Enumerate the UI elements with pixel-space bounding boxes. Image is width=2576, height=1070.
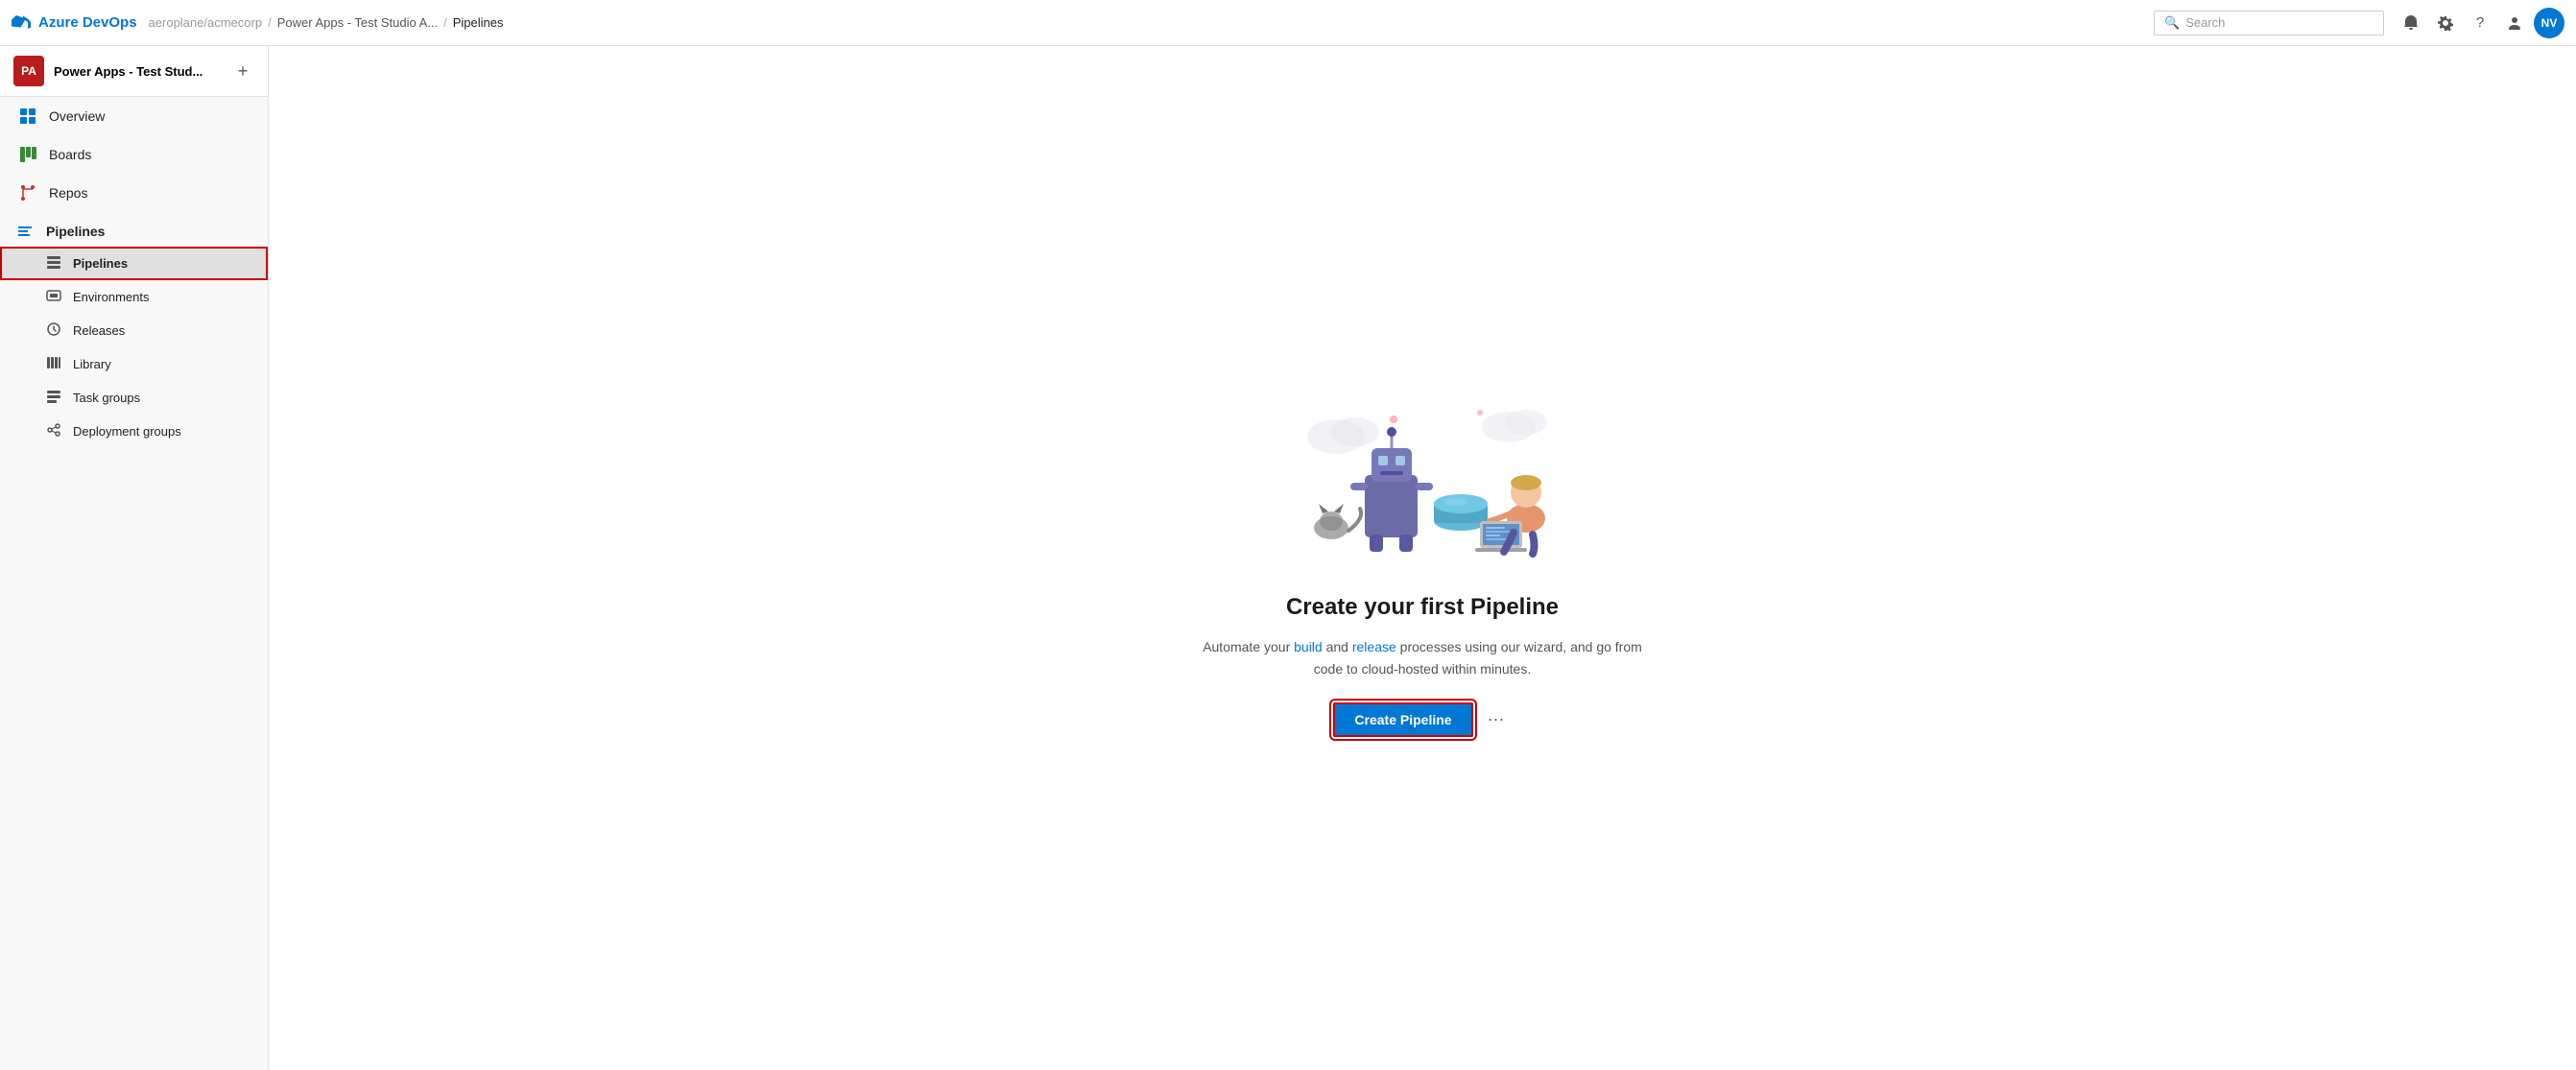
project-header: PA Power Apps - Test Stud... + <box>0 46 268 97</box>
sidebar-item-overview-label: Overview <box>49 108 105 124</box>
search-placeholder: Search <box>2185 15 2225 30</box>
overview-icon <box>18 107 37 126</box>
breadcrumb-current: Pipelines <box>453 15 504 30</box>
top-nav: Azure DevOps aeroplane/acmecorp / Power … <box>0 0 2576 46</box>
logo-text: Azure DevOps <box>38 14 137 31</box>
repos-icon <box>18 183 37 202</box>
sidebar-item-environments[interactable]: Environments <box>0 280 268 314</box>
breadcrumb-org: aeroplane/acmecorp <box>149 15 263 30</box>
pipelines-sub-icon <box>46 254 61 273</box>
empty-state-description: Automate your build and release processe… <box>1203 636 1642 679</box>
sidebar-item-repos-label: Repos <box>49 185 87 201</box>
library-icon <box>46 355 61 373</box>
sidebar-item-task-groups-label: Task groups <box>73 391 140 405</box>
settings-icon[interactable] <box>2430 8 2461 38</box>
create-pipeline-button[interactable]: Create Pipeline <box>1333 702 1472 737</box>
notifications-icon[interactable] <box>2396 8 2426 38</box>
sidebar-section-pipelines[interactable]: Pipelines <box>0 212 268 247</box>
task-groups-icon <box>46 389 61 407</box>
empty-state-title: Create your first Pipeline <box>1286 594 1559 621</box>
boards-icon <box>18 145 37 164</box>
sidebar-item-releases-label: Releases <box>73 323 125 338</box>
sidebar-item-pipelines[interactable]: Pipelines <box>0 247 268 280</box>
sidebar-item-releases[interactable]: Releases <box>0 314 268 347</box>
breadcrumb-sep-1: / <box>268 15 272 30</box>
top-nav-icons: ? NV <box>2396 8 2564 38</box>
sidebar-item-environments-label: Environments <box>73 290 149 304</box>
sidebar-item-task-groups[interactable]: Task groups <box>0 381 268 415</box>
sidebar-item-library-label: Library <box>73 357 111 371</box>
sidebar: PA Power Apps - Test Stud... + Overview … <box>0 46 269 1070</box>
project-name: Power Apps - Test Stud... <box>54 64 222 79</box>
search-box[interactable]: 🔍 Search <box>2154 11 2384 36</box>
deployment-groups-icon <box>46 422 61 440</box>
sidebar-item-deployment-groups[interactable]: Deployment groups <box>0 415 268 448</box>
sidebar-item-boards-label: Boards <box>49 147 91 162</box>
sidebar-item-library[interactable]: Library <box>0 347 268 381</box>
sidebar-item-deployment-groups-label: Deployment groups <box>73 424 181 439</box>
project-avatar: PA <box>13 56 44 86</box>
sidebar-section-pipelines-label: Pipelines <box>46 224 105 239</box>
sidebar-item-repos[interactable]: Repos <box>0 174 268 212</box>
main-content: Create your first Pipeline Automate your… <box>269 46 2576 1070</box>
app-body: PA Power Apps - Test Stud... + Overview … <box>0 46 2576 1070</box>
pipeline-empty-state: Create your first Pipeline Automate your… <box>1183 341 1661 775</box>
environments-icon <box>46 288 61 306</box>
add-project-button[interactable]: + <box>231 59 254 83</box>
releases-icon <box>46 321 61 340</box>
sidebar-item-overview[interactable]: Overview <box>0 97 268 135</box>
search-icon: 🔍 <box>2164 15 2180 31</box>
help-icon[interactable]: ? <box>2465 8 2495 38</box>
breadcrumb: aeroplane/acmecorp / Power Apps - Test S… <box>149 15 2142 30</box>
ellipsis-icon: ··· <box>1488 709 1505 729</box>
release-link[interactable]: release <box>1352 639 1396 654</box>
more-options-button[interactable]: ··· <box>1481 704 1512 735</box>
azure-devops-logo[interactable]: Azure DevOps <box>12 13 137 33</box>
user-avatar[interactable]: NV <box>2534 8 2564 38</box>
sidebar-item-pipelines-label: Pipelines <box>73 256 128 271</box>
pipelines-section-icon <box>15 222 35 241</box>
sidebar-item-boards[interactable]: Boards <box>0 135 268 174</box>
pipeline-illustration <box>1278 379 1566 571</box>
user-settings-icon[interactable] <box>2499 8 2530 38</box>
breadcrumb-project[interactable]: Power Apps - Test Studio A... <box>277 15 438 30</box>
build-link[interactable]: build <box>1294 639 1323 654</box>
azure-devops-logo-icon <box>12 13 31 33</box>
breadcrumb-sep-2: / <box>443 15 447 30</box>
pipeline-actions: Create Pipeline ··· <box>1333 702 1511 737</box>
